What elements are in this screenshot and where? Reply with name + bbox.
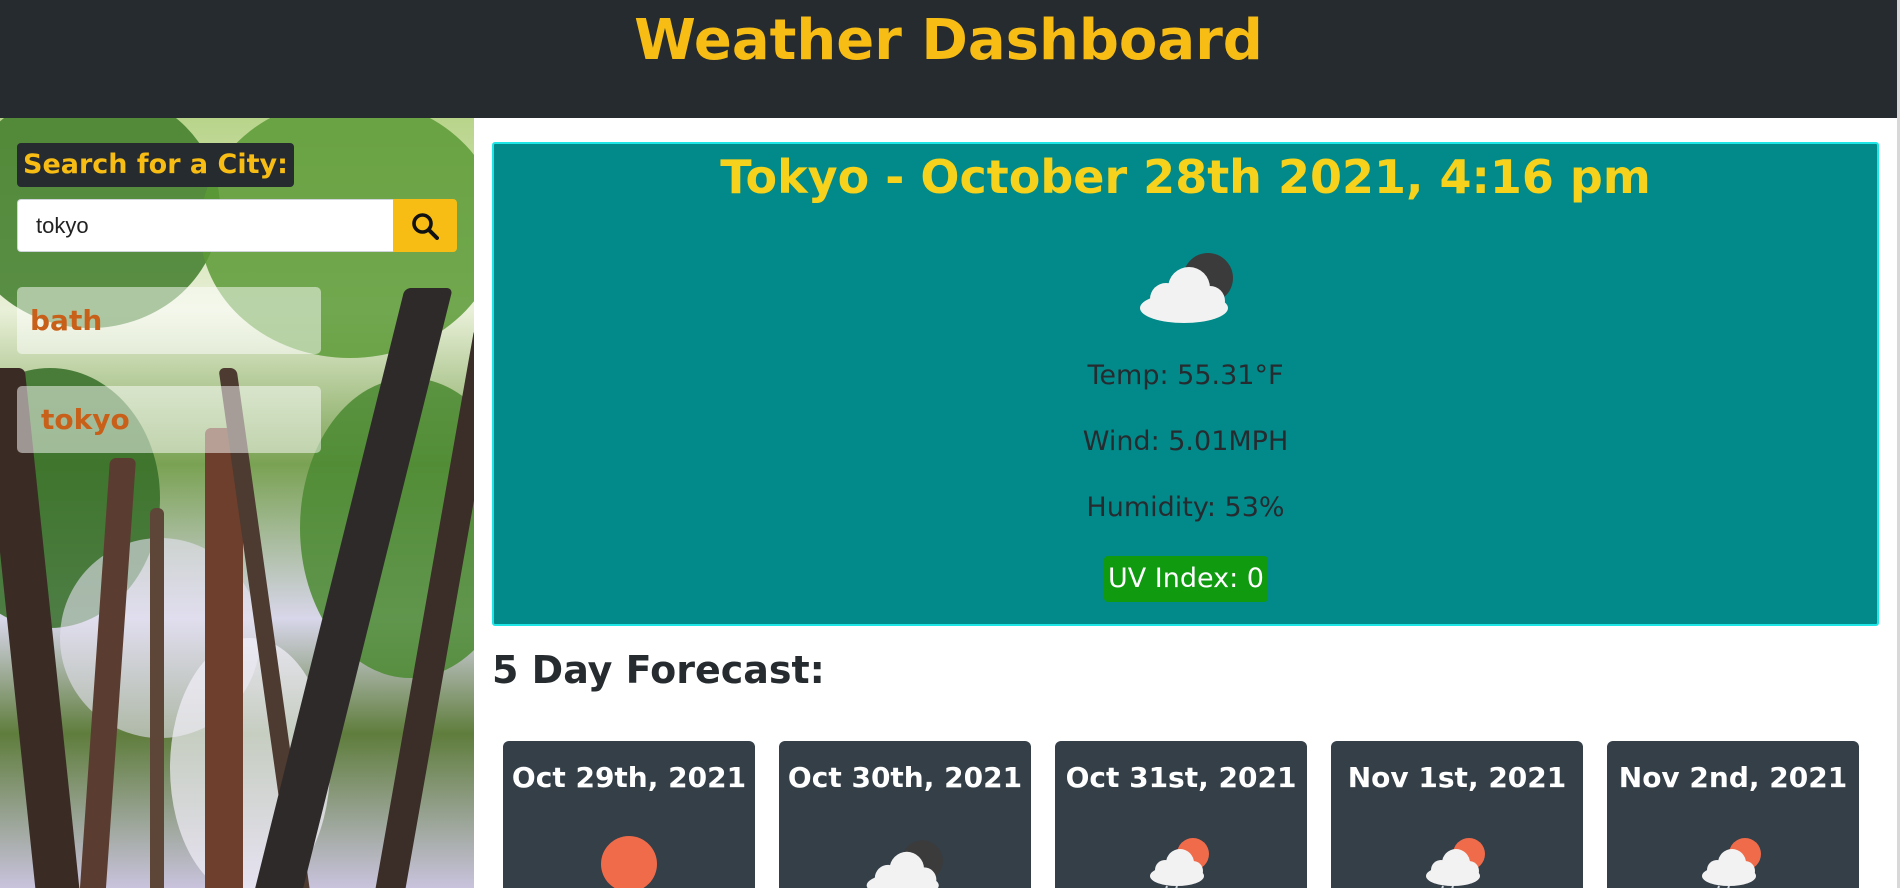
history-item-tokyo[interactable]: tokyo: [17, 386, 321, 453]
sidebar: Search for a City: bath tokyo: [0, 118, 474, 888]
cloud-sun-icon: [1150, 838, 1209, 888]
forecast-heading: 5 Day Forecast:: [492, 648, 825, 692]
cloud-night-icon: [866, 840, 943, 888]
current-weather-card: Tokyo - October 28th 2021, 4:16 pm Temp:…: [492, 142, 1879, 626]
forecast-date: Oct 30th, 2021: [787, 761, 1023, 794]
current-humidity: Humidity: 53%: [1086, 492, 1285, 523]
current-weather-title: Tokyo - October 28th 2021, 4:16 pm: [720, 150, 1651, 204]
cloud-night-icon: [1140, 253, 1233, 323]
forecast-date: Nov 1st, 2021: [1347, 761, 1567, 794]
forecast-card-day-1: Oct 29th, 2021: [503, 741, 755, 888]
search-button[interactable]: [393, 199, 457, 252]
search-label: Search for a City:: [17, 143, 294, 187]
search-input[interactable]: [17, 199, 393, 252]
forecast-card-day-5: Nov 2nd, 2021: [1607, 741, 1859, 888]
app-header: Weather Dashboard: [0, 0, 1897, 118]
forecast-card-day-2: Oct 30th, 2021: [779, 741, 1031, 888]
cloud-sun-icon: [1702, 838, 1761, 888]
sun-icon: [601, 836, 657, 888]
forecast-card-day-3: Oct 31st, 2021: [1055, 741, 1307, 888]
current-wind: Wind: 5.01MPH: [1082, 426, 1289, 457]
forecast-date: Oct 31st, 2021: [1065, 761, 1297, 794]
page-title: Weather Dashboard: [634, 8, 1263, 73]
forecast-date: Nov 2nd, 2021: [1618, 761, 1848, 794]
search-icon: [412, 213, 439, 240]
cloud-sun-icon: [1426, 838, 1485, 888]
forecast-date: Oct 29th, 2021: [511, 761, 747, 794]
uv-index-badge: UV Index: 0: [1104, 556, 1268, 602]
forecast-card-day-4: Nov 1st, 2021: [1331, 741, 1583, 888]
history-item-bath[interactable]: bath: [17, 287, 321, 354]
current-temp: Temp: 55.31°F: [1087, 360, 1284, 391]
